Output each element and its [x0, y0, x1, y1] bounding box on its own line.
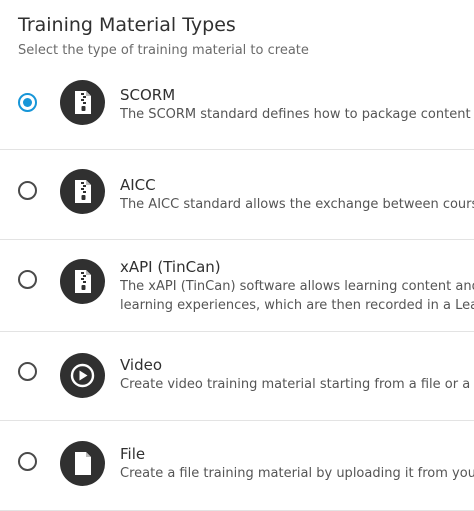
zip-file-icon [60, 80, 105, 125]
option-title: File [120, 445, 146, 463]
page-title: Training Material Types [18, 14, 236, 36]
option-title: xAPI (TinCan) [120, 258, 221, 276]
zip-file-icon [60, 169, 105, 214]
radio-button-file[interactable] [18, 452, 37, 471]
page-subtitle: Select the type of training material to … [18, 43, 309, 58]
material-type-option-xapi[interactable]: xAPI (TinCan) The xAPI (TinCan) software… [0, 240, 474, 332]
zip-file-icon [60, 259, 105, 304]
option-description: The AICC standard allows the exchange be… [120, 197, 474, 212]
radio-button-aicc[interactable] [18, 181, 37, 200]
option-description: Create video training material starting … [120, 377, 474, 392]
file-icon [60, 441, 105, 486]
material-type-option-file[interactable]: File Create a file training material by … [0, 421, 474, 511]
option-description: Create a file training material by uploa… [120, 466, 474, 481]
play-icon [60, 353, 105, 398]
material-type-option-scorm[interactable]: SCORM The SCORM standard defines how to … [0, 59, 474, 150]
option-title: AICC [120, 176, 156, 194]
option-description-line-1: The xAPI (TinCan) software allows learni… [120, 279, 474, 294]
training-material-types-panel: Training Material Types Select the type … [0, 0, 474, 511]
material-type-option-video[interactable]: Video Create video training material sta… [0, 332, 474, 421]
option-title: SCORM [120, 86, 176, 104]
radio-button-video[interactable] [18, 362, 37, 381]
option-title: Video [120, 356, 163, 374]
radio-selected-dot [23, 98, 32, 107]
radio-button-scorm[interactable] [18, 93, 37, 112]
option-description-line-2: learning experiences, which are then rec… [120, 298, 474, 313]
material-type-option-aicc[interactable]: AICC The AICC standard allows the exchan… [0, 150, 474, 240]
option-description: The SCORM standard defines how to packag… [120, 107, 474, 122]
radio-button-xapi[interactable] [18, 270, 37, 289]
